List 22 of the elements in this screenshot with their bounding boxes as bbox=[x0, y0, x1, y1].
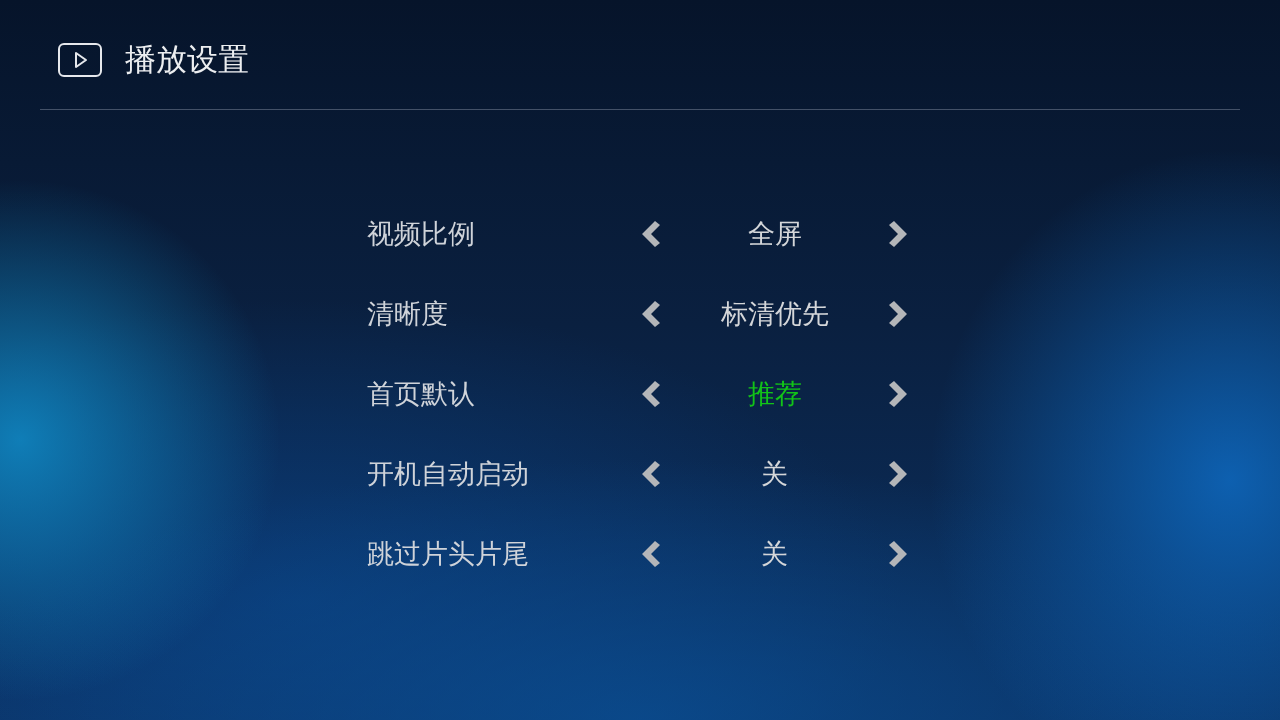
setting-label: 视频比例 bbox=[367, 217, 476, 251]
chevron-left-icon[interactable] bbox=[640, 221, 660, 247]
setting-value[interactable]: 关 bbox=[761, 457, 788, 491]
setting-label: 首页默认 bbox=[367, 377, 476, 411]
chevron-left-icon[interactable] bbox=[640, 301, 660, 327]
setting-value[interactable]: 推荐 bbox=[747, 377, 802, 411]
chevron-left-icon[interactable] bbox=[640, 541, 660, 567]
chevron-right-icon[interactable] bbox=[889, 541, 909, 567]
chevron-right-icon[interactable] bbox=[889, 221, 909, 247]
chevron-right-icon[interactable] bbox=[889, 381, 909, 407]
play-icon bbox=[58, 42, 102, 77]
chevron-right-icon[interactable] bbox=[889, 301, 909, 327]
setting-value[interactable]: 关 bbox=[761, 537, 788, 571]
page-title: 播放设置 bbox=[125, 40, 249, 79]
chevron-right-icon[interactable] bbox=[889, 461, 909, 487]
chevron-left-icon[interactable] bbox=[640, 461, 660, 487]
setting-label: 清晰度 bbox=[367, 297, 449, 331]
setting-value[interactable]: 全屏 bbox=[747, 217, 802, 251]
setting-value[interactable]: 标清优先 bbox=[720, 297, 829, 331]
setting-label: 开机自动启动 bbox=[367, 457, 530, 491]
setting-label: 跳过片头片尾 bbox=[367, 537, 530, 571]
chevron-left-icon[interactable] bbox=[640, 381, 660, 407]
